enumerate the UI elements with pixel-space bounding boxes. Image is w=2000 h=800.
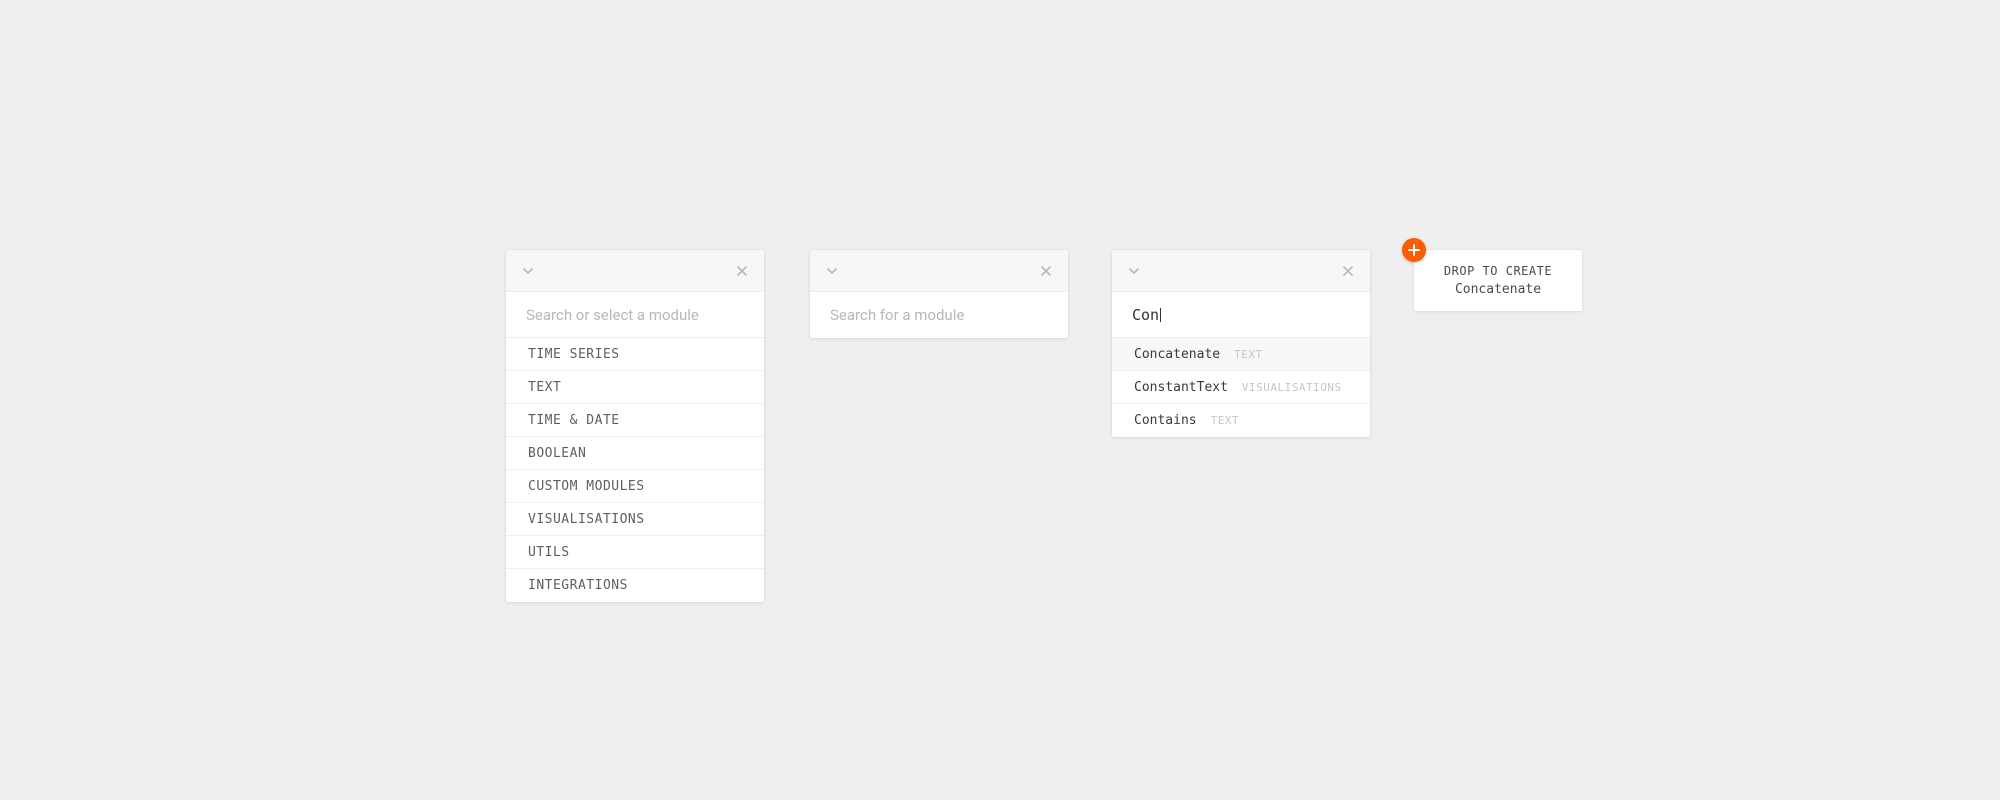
close-icon[interactable]	[734, 263, 750, 279]
category-item[interactable]: INTEGRATIONS	[506, 569, 764, 602]
search-row	[810, 292, 1068, 338]
category-item[interactable]: TIME SERIES	[506, 338, 764, 371]
module-picker-collapsed	[810, 250, 1068, 338]
chevron-down-icon[interactable]	[824, 263, 840, 279]
module-picker-expanded: TIME SERIES TEXT TIME & DATE BOOLEAN CUS…	[506, 250, 764, 602]
panel-header	[506, 250, 764, 292]
result-category: VISUALISATIONS	[1242, 381, 1342, 394]
drop-module-name: Concatenate	[1424, 282, 1572, 297]
search-result-item[interactable]: Concatenate TEXT	[1112, 338, 1370, 371]
plus-icon	[1402, 238, 1426, 262]
module-search-input[interactable]: Con	[1132, 306, 1160, 324]
panel-header	[1112, 250, 1370, 292]
search-row: Con	[1112, 292, 1370, 338]
category-list[interactable]: TIME SERIES TEXT TIME & DATE BOOLEAN CUS…	[506, 338, 764, 602]
category-item[interactable]: VISUALISATIONS	[506, 503, 764, 536]
category-item[interactable]: BOOLEAN	[506, 437, 764, 470]
close-icon[interactable]	[1038, 263, 1054, 279]
result-name: ConstantText	[1134, 380, 1228, 395]
result-category: TEXT	[1234, 348, 1263, 361]
category-item[interactable]: TIME & DATE	[506, 404, 764, 437]
result-category: TEXT	[1211, 414, 1240, 427]
drop-to-create-card[interactable]: DROP TO CREATE Concatenate	[1414, 250, 1582, 311]
close-icon[interactable]	[1340, 263, 1356, 279]
panel-header	[810, 250, 1068, 292]
result-name: Concatenate	[1134, 347, 1220, 362]
category-item[interactable]: TEXT	[506, 371, 764, 404]
search-result-item[interactable]: ConstantText VISUALISATIONS	[1112, 371, 1370, 404]
result-name: Contains	[1134, 413, 1197, 428]
search-results: Concatenate TEXT ConstantText VISUALISAT…	[1112, 338, 1370, 437]
search-result-item[interactable]: Contains TEXT	[1112, 404, 1370, 437]
module-search-input[interactable]	[526, 306, 744, 324]
chevron-down-icon[interactable]	[1126, 263, 1142, 279]
chevron-down-icon[interactable]	[520, 263, 536, 279]
category-item[interactable]: UTILS	[506, 536, 764, 569]
drop-label: DROP TO CREATE	[1424, 264, 1572, 278]
module-search-input[interactable]	[830, 306, 1048, 324]
category-item[interactable]: CUSTOM MODULES	[506, 470, 764, 503]
search-row	[506, 292, 764, 338]
module-picker-searching: Con Concatenate TEXT ConstantText VISUAL…	[1112, 250, 1370, 437]
